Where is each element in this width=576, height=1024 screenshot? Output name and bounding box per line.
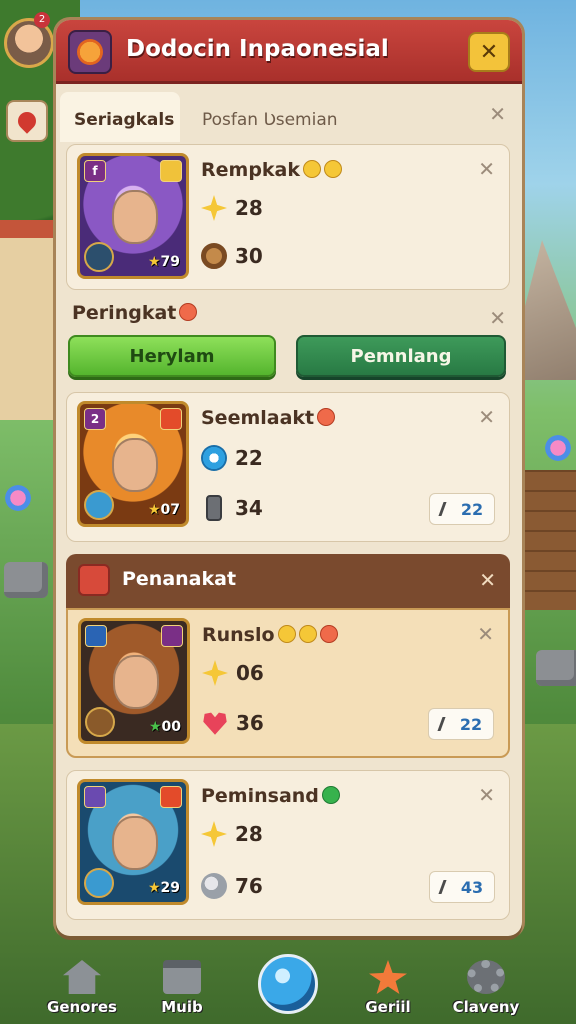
section-close-icon[interactable]: ✕ bbox=[489, 306, 506, 330]
crystal-center-button[interactable] bbox=[258, 954, 318, 1014]
star-icon bbox=[369, 960, 407, 994]
wooden-crate bbox=[516, 470, 576, 610]
stat-resource: 30 bbox=[201, 243, 263, 269]
hero-card[interactable]: f ★79 Rempkak 28 30 ✕ bbox=[66, 144, 510, 290]
rock bbox=[536, 650, 576, 686]
group-close-icon[interactable]: ✕ bbox=[479, 568, 496, 592]
close-button[interactable]: ✕ bbox=[468, 32, 510, 72]
dark-green-button[interactable]: Pemnlang bbox=[296, 335, 506, 377]
stat-health: 36 bbox=[202, 710, 264, 736]
coin-emoji-icon bbox=[324, 160, 343, 178]
hero-name: Peminsand bbox=[201, 785, 340, 807]
angry-emoji-icon bbox=[319, 625, 338, 643]
coin-emoji-icon bbox=[303, 160, 322, 178]
nav-item-home[interactable]: Genores bbox=[42, 960, 122, 1016]
light-green-button[interactable]: Herylam bbox=[68, 335, 276, 377]
house-icon bbox=[63, 960, 101, 994]
nav-item-events[interactable]: Geriil bbox=[348, 960, 428, 1016]
hero-portrait: ★29 bbox=[77, 779, 189, 905]
bottle-icon bbox=[206, 495, 222, 521]
bottom-nav: Genores Muib Geriil Claveny bbox=[0, 938, 576, 1024]
card-close-icon[interactable]: ✕ bbox=[478, 783, 495, 807]
stat-energy: 22 bbox=[201, 445, 263, 471]
star-icon bbox=[201, 821, 227, 847]
stat-power: 28 bbox=[201, 195, 263, 221]
rock bbox=[4, 562, 48, 598]
hero-card-selected[interactable]: ★00 Runslo 06 36 22 ✕ bbox=[66, 608, 510, 758]
rank-icon bbox=[160, 160, 182, 182]
flowers bbox=[0, 480, 36, 516]
sun-emblem-icon bbox=[68, 30, 112, 74]
card-close-icon[interactable]: ✕ bbox=[477, 622, 494, 646]
hero-portrait: 2 ★07 bbox=[77, 401, 189, 527]
gear-icon bbox=[467, 960, 505, 994]
panel-titlebar: Dodocin Inpaonesial ✕ bbox=[56, 20, 522, 84]
hero-card[interactable]: 2 ★07 Seemlaakt 22 34 22 ✕ bbox=[66, 392, 510, 542]
tab-second[interactable]: Posfan Ʋsemian bbox=[188, 92, 352, 142]
rank-badge: 2 bbox=[84, 408, 106, 430]
rank-icon bbox=[161, 625, 183, 647]
hero-name: Runslo bbox=[202, 624, 338, 646]
level-emblem-icon bbox=[84, 242, 114, 272]
map-pin-button[interactable] bbox=[6, 100, 48, 142]
tab-first[interactable]: Seriagkals bbox=[60, 92, 180, 142]
hero-rating: ★07 bbox=[147, 502, 180, 518]
hero-rating: ★00 bbox=[148, 719, 181, 735]
treasure-chest-icon bbox=[78, 564, 110, 596]
group-title: Penanakat bbox=[122, 568, 237, 590]
level-emblem-icon bbox=[84, 490, 114, 520]
nav-item-settings[interactable]: Claveny bbox=[446, 960, 526, 1016]
card-close-icon[interactable]: ✕ bbox=[478, 157, 495, 181]
class-icon bbox=[84, 786, 106, 808]
flowers bbox=[540, 430, 576, 466]
heroes-panel: Dodocin Inpaonesial ✕ Seriagkals Posfan … bbox=[56, 20, 522, 936]
map-pin-icon bbox=[14, 108, 40, 134]
angry-emoji-icon bbox=[317, 408, 336, 426]
quill-count-badge[interactable]: 43 bbox=[429, 871, 495, 903]
level-emblem-icon bbox=[85, 707, 115, 737]
quill-icon bbox=[438, 880, 458, 894]
heart-icon bbox=[203, 712, 227, 735]
stat-resource: 34 bbox=[201, 495, 263, 521]
class-icon: f bbox=[84, 160, 106, 182]
village-house bbox=[0, 220, 60, 420]
hero-name: Seemlaakt bbox=[201, 407, 336, 429]
stone-icon bbox=[201, 873, 227, 899]
swirl-icon bbox=[201, 445, 227, 471]
hero-rating: ★79 bbox=[147, 254, 180, 270]
group-header: Penanakat ✕ bbox=[66, 554, 510, 608]
shop-icon bbox=[163, 960, 201, 994]
quill-count-badge[interactable]: 22 bbox=[429, 493, 495, 525]
level-emblem-icon bbox=[84, 868, 114, 898]
rank-icon bbox=[160, 786, 182, 808]
hero-name: Rempkak bbox=[201, 159, 343, 181]
hero-card[interactable]: ★29 Peminsand 28 76 43 ✕ bbox=[66, 770, 510, 920]
star-icon bbox=[201, 195, 227, 221]
quill-count-badge[interactable]: 22 bbox=[428, 708, 494, 740]
hero-portrait: ★00 bbox=[78, 618, 190, 744]
smile-emoji-icon bbox=[321, 786, 340, 804]
quill-icon bbox=[437, 717, 457, 731]
tab-bar: Seriagkals Posfan Ʋsemian ✕ bbox=[56, 84, 522, 142]
stat-power: 06 bbox=[202, 660, 264, 686]
angry-emoji-icon bbox=[179, 303, 198, 321]
panel-title: Dodocin Inpaonesial bbox=[126, 36, 389, 62]
avatar-notification-badge: 2 bbox=[34, 12, 50, 28]
hero-portrait: f ★79 bbox=[77, 153, 189, 279]
tab-dismiss-icon[interactable]: ✕ bbox=[489, 102, 506, 126]
stat-resource: 76 bbox=[201, 873, 263, 899]
stat-power: 28 bbox=[201, 821, 263, 847]
ring-icon bbox=[201, 243, 227, 269]
section-label: Peringkat bbox=[72, 302, 198, 324]
quill-icon bbox=[438, 502, 458, 516]
coin-emoji-icon bbox=[298, 625, 317, 643]
star-icon bbox=[202, 660, 228, 686]
hero-rating: ★29 bbox=[147, 880, 180, 896]
class-icon bbox=[160, 408, 182, 430]
card-close-icon[interactable]: ✕ bbox=[478, 405, 495, 429]
class-icon bbox=[85, 625, 107, 647]
coin-emoji-icon bbox=[277, 625, 296, 643]
nav-item-shop[interactable]: Muib bbox=[142, 960, 222, 1016]
